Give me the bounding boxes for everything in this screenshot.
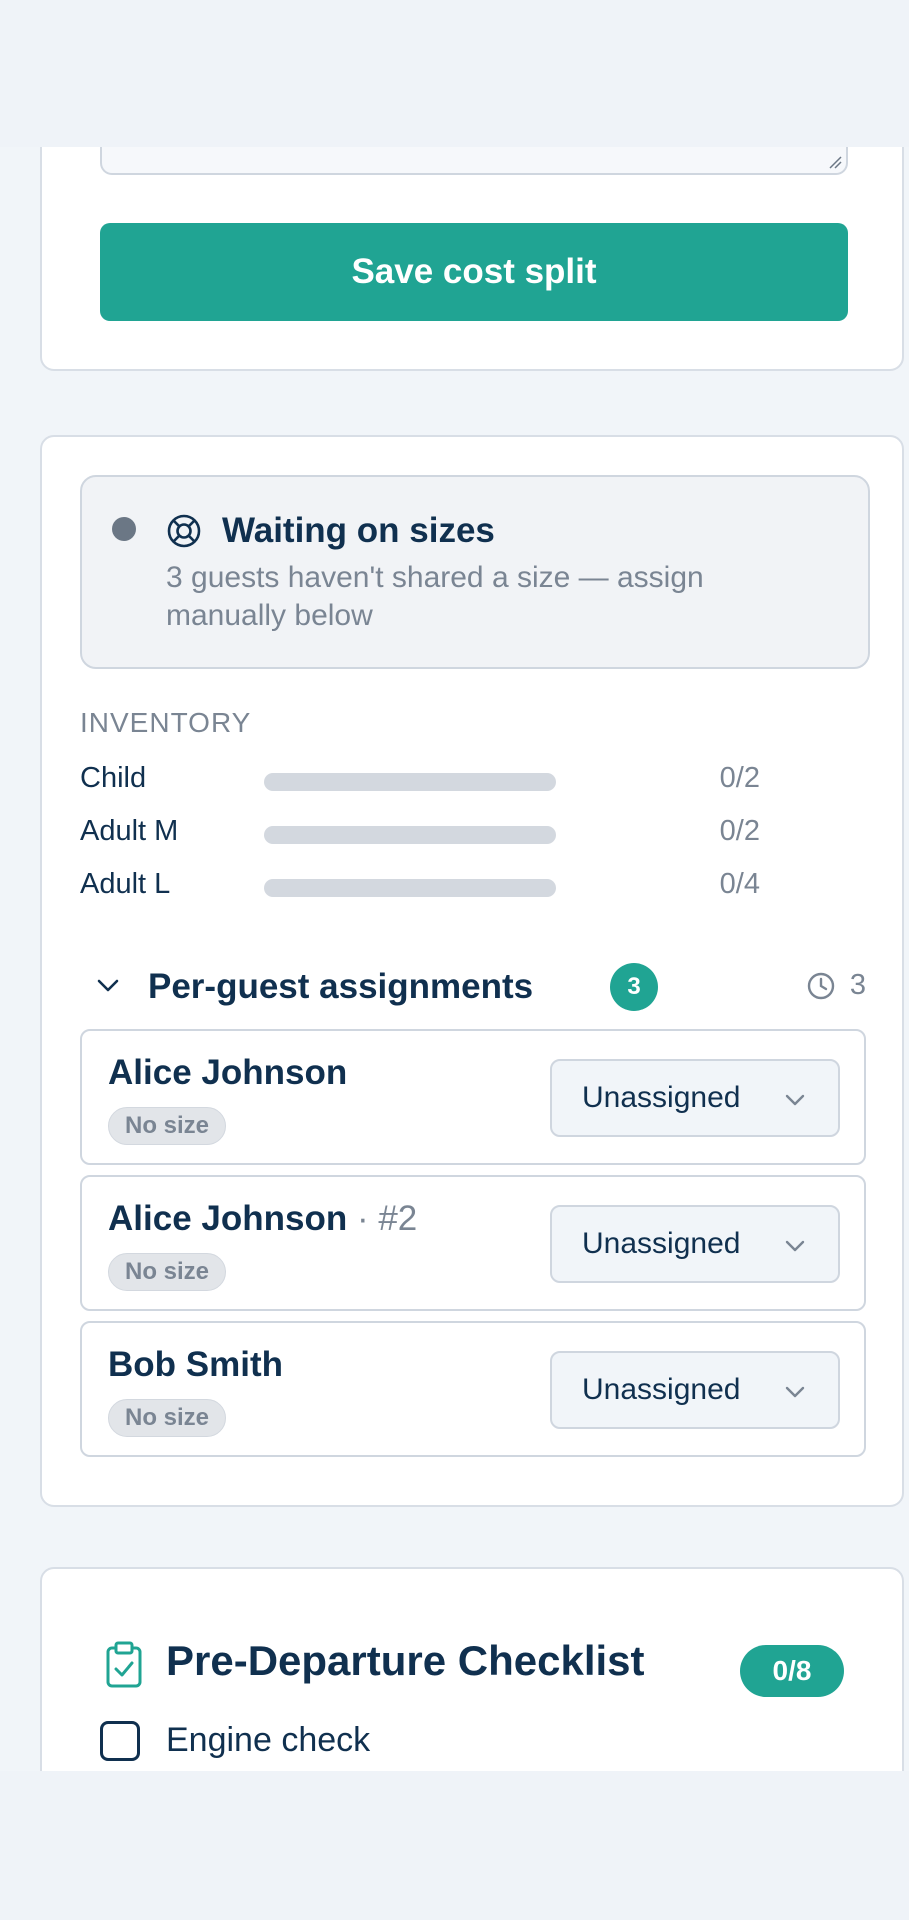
assignments-title: Per-guest assignments: [148, 967, 534, 1006]
inventory-count: 0/2: [719, 815, 760, 847]
alert-description: 3 guests haven't shared a size — assign …: [166, 561, 704, 632]
guest-row: Alice Johnson No size Unassigned: [80, 1029, 866, 1165]
chevron-down-icon: [785, 1094, 805, 1106]
inventory-row-child: Child 0/2: [80, 762, 760, 802]
checklist-progress-badge: 0/8: [740, 1645, 844, 1697]
notes-textarea[interactable]: [100, 147, 848, 175]
inventory-bar: [264, 773, 556, 791]
select-value: Unassigned: [582, 1227, 741, 1260]
inventory-bar: [264, 879, 556, 897]
inventory-name: Adult M: [80, 815, 179, 847]
chevron-down-icon: [97, 979, 119, 992]
guest-duplicate-suffix: · #2: [347, 1199, 418, 1238]
save-cost-split-button[interactable]: Save cost split: [100, 223, 848, 321]
status-dot: [112, 517, 136, 541]
resize-handle-icon[interactable]: [826, 153, 842, 169]
inventory-row-adult-m: Adult M 0/2: [80, 815, 760, 855]
checklist-title: Pre-Departure Checklist: [166, 1637, 645, 1684]
size-select[interactable]: Unassigned: [550, 1205, 840, 1283]
pending-count: 3: [849, 969, 866, 1001]
inventory-bar: [264, 826, 556, 844]
checklist-card: Pre-Departure Checklist 0/8 Engine check: [40, 1567, 904, 1771]
guest-row: Bob Smith No size Unassigned: [80, 1321, 866, 1457]
inventory-name: Child: [80, 762, 147, 794]
checklist-item-label: Engine check: [166, 1721, 371, 1759]
clipboard-check-icon: [106, 1641, 142, 1688]
checklist-checkbox[interactable]: [100, 1721, 140, 1761]
no-size-badge: No size: [108, 1253, 227, 1291]
inventory-count: 0/2: [719, 762, 760, 794]
size-select[interactable]: Unassigned: [550, 1059, 840, 1137]
inventory-name: Adult L: [80, 868, 171, 900]
select-value: Unassigned: [582, 1373, 741, 1406]
size-select[interactable]: Unassigned: [550, 1351, 840, 1429]
alert-title: Waiting on sizes: [222, 511, 495, 550]
scroll-viewport[interactable]: Save cost split Waiting on sizes 3 guest…: [0, 147, 909, 1771]
guest-name: Alice Johnson: [108, 1053, 347, 1093]
guest-name-text: Bob Smith: [108, 1345, 283, 1384]
no-size-badge: No size: [108, 1399, 227, 1437]
checklist-item[interactable]: Engine check: [100, 1719, 700, 1763]
chevron-down-icon: [785, 1240, 805, 1252]
sizes-card: Waiting on sizes 3 guests haven't shared…: [40, 435, 904, 1507]
waiting-on-sizes-alert: Waiting on sizes 3 guests haven't shared…: [80, 475, 870, 669]
inventory-count: 0/4: [719, 868, 760, 900]
guest-row: Alice Johnson · #2 No size Unassigned: [80, 1175, 866, 1311]
chevron-down-icon: [785, 1386, 805, 1398]
lifebuoy-icon: [167, 514, 201, 548]
inventory-row-adult-l: Adult L 0/4: [80, 868, 760, 908]
guest-name: Alice Johnson · #2: [108, 1199, 417, 1239]
guest-name-text: Alice Johnson: [108, 1053, 348, 1092]
inventory-label: INVENTORY: [80, 707, 252, 738]
guest-name-text: Alice Johnson: [108, 1199, 348, 1238]
clock-icon: [807, 972, 835, 1000]
assignments-count-badge: 3: [610, 963, 658, 1011]
select-value: Unassigned: [582, 1081, 741, 1114]
guest-name: Bob Smith: [108, 1345, 283, 1385]
assignments-toggle[interactable]: Per-guest assignments 3 3: [80, 957, 870, 1017]
cost-split-card: Save cost split: [40, 147, 904, 371]
no-size-badge: No size: [108, 1107, 227, 1145]
